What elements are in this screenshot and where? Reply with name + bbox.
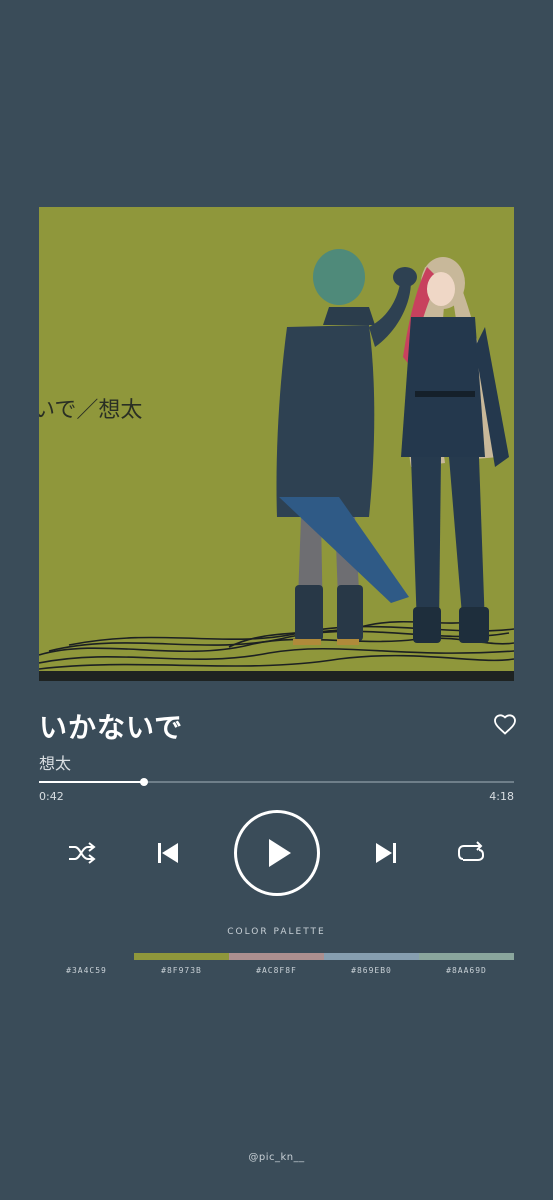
- play-button[interactable]: [233, 809, 321, 897]
- progress-fill: [39, 781, 144, 783]
- total-time: 4:18: [489, 790, 514, 803]
- skip-next-icon[interactable]: [374, 841, 398, 865]
- album-artwork: いで／想太: [39, 207, 514, 681]
- palette-code: #8AA69D: [446, 966, 487, 975]
- repeat-icon[interactable]: [457, 841, 485, 865]
- track-title: いかないで: [39, 711, 184, 744]
- credit-handle: @pic_kn__: [248, 1152, 305, 1163]
- heart-icon[interactable]: [493, 713, 517, 737]
- artwork-illustration: いで／想太: [39, 207, 514, 681]
- palette-swatch: [419, 953, 514, 960]
- play-icon: [269, 839, 291, 867]
- palette-code: #3A4C59: [66, 966, 107, 975]
- palette-swatch: [134, 953, 229, 960]
- palette-code: #869EB0: [351, 966, 392, 975]
- artwork-caption: いで／想太: [39, 398, 142, 423]
- palette-label: COLOR PALETTE: [227, 927, 326, 937]
- palette-swatch: [229, 953, 324, 960]
- elapsed-time: 0:42: [39, 790, 64, 803]
- progress-bar[interactable]: [39, 778, 514, 786]
- palette-code: #8F973B: [161, 966, 202, 975]
- skip-previous-icon[interactable]: [156, 841, 180, 865]
- palette-swatch: [324, 953, 419, 960]
- shuffle-icon[interactable]: [67, 840, 97, 866]
- palette-swatches: [39, 953, 514, 961]
- palette-codes: #3A4C59 #8F973B #AC8F8F #869EB0 #8AA69D: [39, 966, 514, 975]
- progress-knob[interactable]: [139, 778, 148, 786]
- palette-swatch: [39, 953, 134, 960]
- track-artist: 想太: [39, 754, 72, 773]
- palette-code: #AC8F8F: [256, 966, 297, 975]
